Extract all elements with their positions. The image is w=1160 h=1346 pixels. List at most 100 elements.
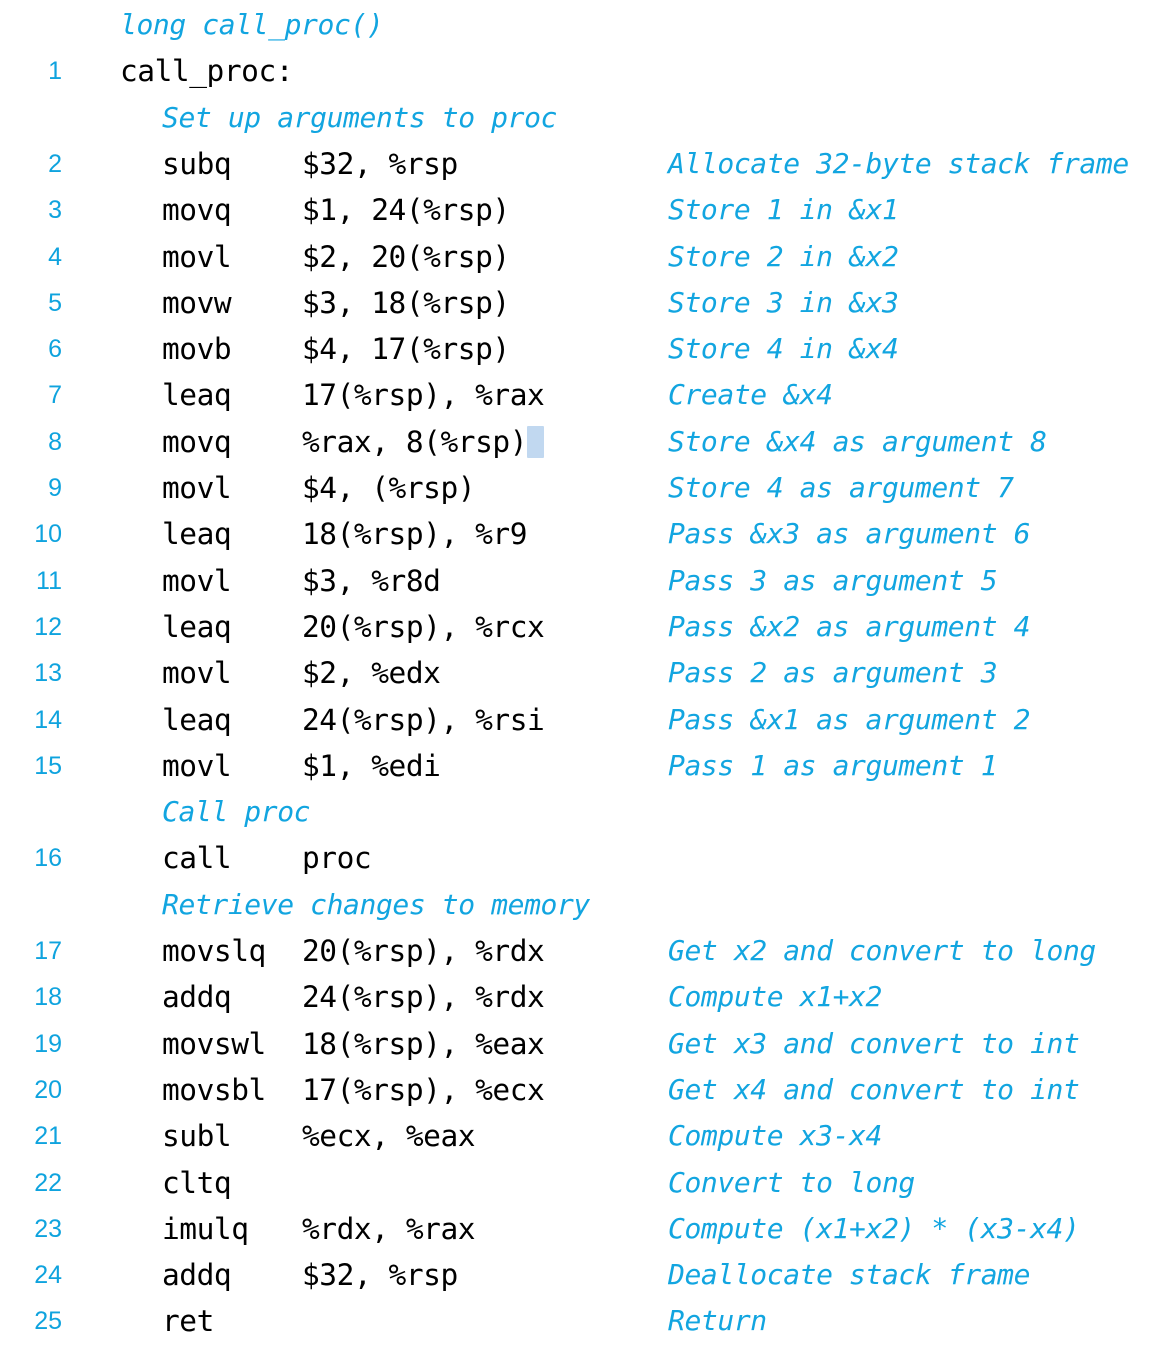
instruction-operands: $2, 20(%rsp) xyxy=(302,239,510,274)
listing-row: 24 addq $32, %rsp Deallocate stack frame xyxy=(0,1252,1160,1298)
instruction-mnemonic: movl xyxy=(162,471,232,505)
instruction-comment: Return xyxy=(668,1304,767,1338)
line-number: 2 xyxy=(48,149,62,178)
listing-row: 16 call proc xyxy=(0,835,1160,881)
instruction[interactable]: movq $1, 24(%rsp) xyxy=(120,187,510,233)
instruction-mnemonic: leaq xyxy=(162,609,232,644)
listing-row: 5 movw $3, 18(%rsp) Store 3 in &x3 xyxy=(0,280,1160,326)
instruction-mnemonic: movswl xyxy=(162,1026,266,1061)
instruction[interactable]: call proc xyxy=(120,835,372,881)
line-number: 17 xyxy=(34,937,62,965)
line-number: 8 xyxy=(48,427,62,456)
listing-row: Set up arguments to proc xyxy=(0,95,1160,141)
instruction-comment: Compute x3-x4 xyxy=(668,1119,882,1153)
line-number: 13 xyxy=(34,659,62,688)
listing-row: 17 movslq 20(%rsp), %rdx Get x2 and convert… xyxy=(0,928,1160,974)
assembly-listing: long call_proc() 1 call_proc: Set up argume… xyxy=(0,0,1160,1346)
instruction-comment: Store 1 in &x1 xyxy=(668,193,899,227)
line-number: 1 xyxy=(48,57,62,86)
function-label: call_proc: xyxy=(120,54,294,89)
instruction-operands: $1, %edi xyxy=(302,748,441,783)
listing-row: 20 movsbl 17(%rsp), %ecx Get x4 and convert… xyxy=(0,1067,1160,1113)
instruction[interactable]: movl $1, %edi xyxy=(120,743,441,789)
instruction-mnemonic: movq xyxy=(162,424,232,459)
instruction-mnemonic: cltq xyxy=(162,1165,232,1200)
instruction[interactable]: movl $4, (%rsp) xyxy=(120,465,476,511)
listing-row: long call_proc() xyxy=(0,2,1160,48)
instruction-operands: 17(%rsp), %ecx xyxy=(302,1072,545,1107)
instruction[interactable]: movb $4, 17(%rsp) xyxy=(120,326,510,372)
listing-row: Call proc xyxy=(0,789,1160,835)
instruction[interactable]: movl $2, 20(%rsp) xyxy=(120,234,510,280)
listing-row: 23 imulq %rdx, %rax Compute (x1+x2) * (x3-x… xyxy=(0,1206,1160,1252)
line-number: 4 xyxy=(48,242,62,271)
line-number: 20 xyxy=(34,1075,62,1104)
instruction-operands: proc xyxy=(302,841,372,876)
line-number: 5 xyxy=(48,288,62,317)
instruction-comment: Pass &x2 as argument 4 xyxy=(668,609,1031,643)
instruction-operands: 17(%rsp), %rax xyxy=(302,378,545,413)
instruction-mnemonic: addq xyxy=(162,1258,232,1293)
line-number: 9 xyxy=(48,474,62,502)
instruction[interactable]: subl %ecx, %eax xyxy=(120,1113,476,1159)
instruction-comment: Store 4 in &x4 xyxy=(668,332,899,366)
instruction[interactable]: leaq 18(%rsp), %r9 xyxy=(120,511,527,557)
instruction-mnemonic: movslq xyxy=(162,934,266,968)
line-number: 14 xyxy=(34,705,62,734)
instruction-operands: $4, (%rsp) xyxy=(302,471,476,505)
instruction-comment: Compute (x1+x2) * (x3-x4) xyxy=(668,1211,1080,1245)
instruction[interactable]: addq 24(%rsp), %rdx xyxy=(120,974,545,1020)
instruction-comment: Pass 3 as argument 5 xyxy=(668,563,998,597)
section-comment: Set up arguments to proc xyxy=(162,100,557,134)
listing-row: 10 leaq 18(%rsp), %r9 Pass &x3 as argument … xyxy=(0,511,1160,557)
instruction[interactable]: leaq 17(%rsp), %rax xyxy=(120,372,545,418)
instruction[interactable]: movslq 20(%rsp), %rdx xyxy=(120,928,545,974)
line-number: 10 xyxy=(34,520,62,549)
instruction[interactable]: ret xyxy=(120,1298,302,1344)
instruction-comment: Pass 1 as argument 1 xyxy=(668,748,998,782)
instruction-operands: %rdx, %rax xyxy=(302,1211,476,1246)
instruction[interactable]: movl $2, %edx xyxy=(120,650,441,696)
line-number: 25 xyxy=(34,1307,62,1336)
instruction-comment: Get x4 and convert to int xyxy=(668,1072,1080,1106)
instruction-mnemonic: subl xyxy=(162,1119,232,1154)
instruction-mnemonic: imulq xyxy=(162,1211,249,1246)
instruction-operands: $3, 18(%rsp) xyxy=(302,285,510,320)
instruction-comment: Compute x1+x2 xyxy=(668,980,882,1014)
instruction-mnemonic: ret xyxy=(162,1304,214,1339)
line-number: 18 xyxy=(34,983,62,1012)
instruction[interactable]: movw $3, 18(%rsp) xyxy=(120,280,510,326)
instruction[interactable]: imulq %rdx, %rax xyxy=(120,1206,476,1252)
instruction-mnemonic: leaq xyxy=(162,517,232,552)
function-signature: long call_proc() xyxy=(120,8,384,41)
instruction[interactable]: call_proc: xyxy=(120,48,294,94)
instruction[interactable]: leaq 24(%rsp), %rsi xyxy=(120,697,545,743)
listing-row: 14 leaq 24(%rsp), %rsi Pass &x1 as argument… xyxy=(0,697,1160,743)
instruction[interactable]: movq %rax, 8(%rsp) xyxy=(120,419,527,465)
line-number: 22 xyxy=(34,1168,62,1197)
instruction-operands: 24(%rsp), %rdx xyxy=(302,980,545,1015)
instruction[interactable]: movswl 18(%rsp), %eax xyxy=(120,1021,545,1067)
instruction-comment: Store 3 in &x3 xyxy=(668,285,899,319)
line-number: 15 xyxy=(34,751,62,780)
instruction[interactable]: movsbl 17(%rsp), %ecx xyxy=(120,1067,545,1113)
listing-row: 2 subq $32, %rsp Allocate 32-byte stack fra… xyxy=(0,141,1160,187)
instruction-comment: Pass &x3 as argument 6 xyxy=(668,517,1031,551)
instruction-operands: $32, %rsp xyxy=(302,146,458,181)
listing-row: 3 movq $1, 24(%rsp) Store 1 in &x1 xyxy=(0,187,1160,233)
instruction[interactable]: movl $3, %r8d xyxy=(120,558,441,604)
instruction[interactable]: leaq 20(%rsp), %rcx xyxy=(120,604,545,650)
listing-row: Retrieve changes to memory xyxy=(0,882,1160,928)
listing-row: 12 leaq 20(%rsp), %rcx Pass &x2 as argument… xyxy=(0,604,1160,650)
instruction[interactable]: subq $32, %rsp xyxy=(120,141,458,187)
line-number: 19 xyxy=(34,1029,62,1058)
instruction-mnemonic: leaq xyxy=(162,702,232,737)
instruction-mnemonic: movb xyxy=(162,332,232,367)
instruction-comment: Convert to long xyxy=(668,1165,915,1199)
line-number: 16 xyxy=(34,844,62,873)
instruction[interactable]: cltq xyxy=(120,1160,302,1206)
line-number: 7 xyxy=(48,381,62,410)
instruction[interactable]: addq $32, %rsp xyxy=(120,1252,458,1298)
instruction-operands: %rax, 8(%rsp) xyxy=(302,424,528,459)
listing-row: 6 movb $4, 17(%rsp) Store 4 in &x4 xyxy=(0,326,1160,372)
